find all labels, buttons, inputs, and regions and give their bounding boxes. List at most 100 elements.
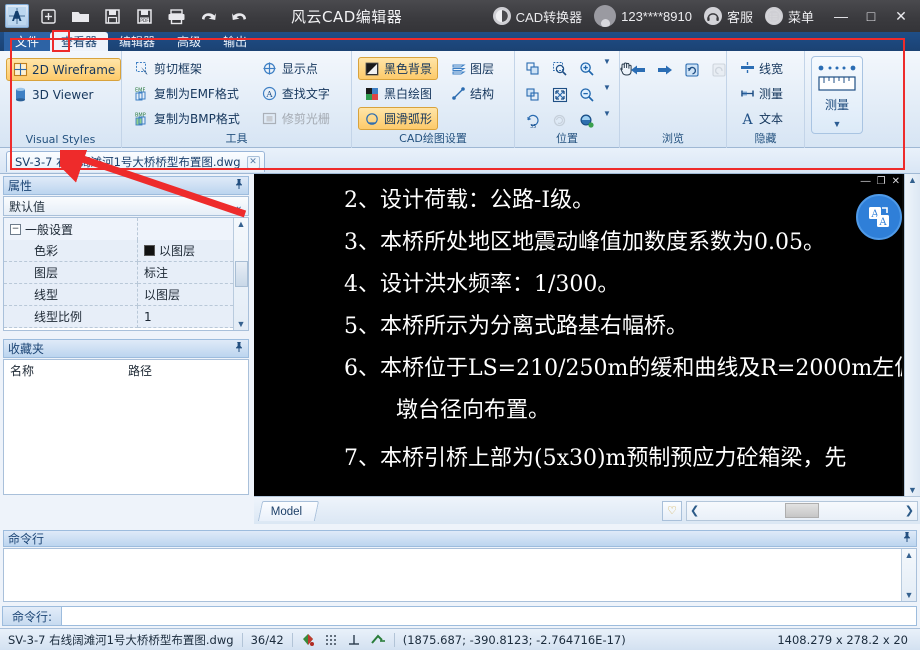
account-button[interactable]: 123****8910 bbox=[594, 5, 692, 27]
button-2d-wireframe-label: 2D Wireframe bbox=[32, 62, 116, 77]
property-row-group[interactable]: − 一般设置 bbox=[4, 218, 233, 240]
canvas-vertical-scrollbar[interactable]: ▲ ▼ bbox=[904, 174, 920, 496]
scroll-down-icon[interactable]: ▼ bbox=[905, 590, 914, 600]
button-bw-drawing[interactable]: 黑白绘图 bbox=[358, 82, 438, 105]
measure-big-button[interactable]: 测量 ▼ bbox=[811, 56, 863, 134]
ribbon-tab-editor[interactable]: 编辑器 bbox=[108, 32, 166, 51]
print-icon[interactable] bbox=[163, 3, 189, 29]
emf-icon: EMF bbox=[134, 86, 150, 102]
favorites-list[interactable]: 名称 路径 bbox=[3, 359, 249, 495]
properties-default-combo[interactable]: 默认值 ⌄ bbox=[3, 196, 249, 216]
property-value-layer[interactable]: 标注 bbox=[138, 262, 233, 284]
pin-icon-favorites[interactable] bbox=[234, 341, 244, 356]
scroll-down-icon[interactable]: ▼ bbox=[908, 485, 917, 495]
property-row-layer[interactable]: 图层 标注 bbox=[4, 262, 233, 284]
command-log[interactable]: ▲ ▼ bbox=[3, 548, 917, 602]
button-line-width[interactable]: 线宽 bbox=[733, 57, 789, 80]
button-show-points[interactable]: 显示点 bbox=[256, 57, 336, 80]
ortho-icon[interactable] bbox=[347, 633, 361, 647]
redo-icon[interactable] bbox=[227, 3, 253, 29]
hscroll-thumb[interactable] bbox=[785, 503, 819, 518]
document-tab-close-icon[interactable]: ✕ bbox=[246, 155, 260, 169]
cad-converter-button[interactable]: CAD转换器 bbox=[492, 7, 582, 26]
command-log-scrollbar[interactable]: ▲ ▼ bbox=[901, 549, 916, 601]
app-title: 风云CAD编辑器 bbox=[291, 7, 403, 26]
ribbon-tab-viewer[interactable]: 查看器 bbox=[50, 32, 109, 51]
close-button[interactable]: ✕ bbox=[886, 2, 916, 30]
maximize-button[interactable]: □ bbox=[856, 2, 886, 30]
model-tab[interactable]: Model bbox=[257, 500, 320, 521]
menu-button[interactable]: 菜单 bbox=[764, 7, 814, 26]
scroll-up-icon[interactable]: ▲ bbox=[908, 175, 917, 185]
ribbon-tab-output[interactable]: 输出 bbox=[212, 32, 258, 51]
document-tab[interactable]: SV-3-7 右线阔滩河1号大桥桥型布置图.dwg ✕ bbox=[6, 151, 265, 172]
property-row-linetype[interactable]: 线型 以图层 bbox=[4, 284, 233, 306]
ribbon-tab-file[interactable]: 文件 bbox=[4, 32, 51, 51]
command-input[interactable] bbox=[62, 606, 917, 626]
flip-icon[interactable] bbox=[521, 83, 545, 107]
status-filename: SV-3-7 右线阔滩河1号大桥桥型布置图.dwg bbox=[8, 632, 234, 647]
save-icon[interactable] bbox=[99, 3, 125, 29]
favorite-heart-button[interactable]: ♡ bbox=[662, 500, 682, 521]
save-pdf-icon[interactable]: PDF bbox=[131, 3, 157, 29]
button-smooth-arc[interactable]: 圆滑弧形 bbox=[358, 107, 439, 130]
mdi-close-button[interactable]: ✕ bbox=[892, 176, 900, 187]
button-layers[interactable]: 图层 bbox=[444, 57, 500, 80]
snap-icon[interactable] bbox=[370, 633, 386, 647]
command-panel-header: 命令行 bbox=[3, 530, 917, 547]
mdi-restore-button[interactable]: ❐ bbox=[877, 176, 886, 187]
osnap-icon[interactable] bbox=[301, 633, 315, 647]
new-icon[interactable] bbox=[35, 3, 61, 29]
zoom-window-icon[interactable] bbox=[548, 57, 572, 81]
ribbon-tab-advanced[interactable]: 高级 bbox=[166, 32, 212, 51]
property-value-color[interactable]: 以图层 bbox=[138, 240, 233, 262]
grid-icon[interactable] bbox=[324, 633, 338, 647]
property-row-color[interactable]: 色彩 以图层 bbox=[4, 240, 233, 262]
button-2d-wireframe[interactable]: 2D Wireframe bbox=[6, 58, 122, 81]
zoom-extents-icon[interactable] bbox=[548, 83, 572, 107]
property-value-linescale[interactable]: 1 bbox=[138, 306, 233, 328]
zoom-out-dropdown-icon[interactable]: ▼ bbox=[603, 83, 611, 107]
button-find-text[interactable]: A 查找文字 bbox=[256, 82, 336, 105]
button-copy-emf-label: 复制为EMF格式 bbox=[154, 87, 239, 101]
refresh-icon[interactable] bbox=[680, 58, 704, 82]
button-crop-frame[interactable]: 剪切框架 bbox=[128, 57, 246, 80]
button-copy-bmp[interactable]: BMP 复制为BMP格式 bbox=[128, 107, 246, 130]
property-value-linetype[interactable]: 以图层 bbox=[138, 284, 233, 306]
button-copy-emf[interactable]: EMF 复制为EMF格式 bbox=[128, 82, 246, 105]
undo-icon[interactable] bbox=[195, 3, 221, 29]
button-3d-viewer[interactable]: 3D Viewer bbox=[6, 83, 121, 106]
properties-grid-scrollbar[interactable]: ▲ ▼ bbox=[233, 218, 248, 330]
cad-canvas[interactable]: 2、设计荷载：公路-Ⅰ级。 3、本桥所处地区地震动峰值加数度系数为0.05。 4… bbox=[254, 174, 902, 496]
button-structure[interactable]: 结构 bbox=[444, 82, 500, 105]
pin-icon-command[interactable] bbox=[902, 531, 912, 546]
pin-icon-properties[interactable] bbox=[234, 178, 244, 193]
chevron-down-icon[interactable]: ⌄ bbox=[235, 201, 243, 212]
zoom-in-dropdown-icon[interactable]: ▼ bbox=[603, 57, 611, 81]
button-measure-small[interactable]: 测量 bbox=[733, 82, 789, 105]
scroll-up-icon[interactable]: ▲ bbox=[905, 550, 914, 560]
mdi-minimize-button[interactable]: — bbox=[861, 176, 871, 187]
collapse-icon[interactable]: − bbox=[10, 223, 21, 235]
translate-icon[interactable]: A A bbox=[856, 194, 902, 240]
property-row-linescale[interactable]: 线型比例 1 bbox=[4, 306, 233, 328]
arrow-right-icon[interactable] bbox=[653, 58, 677, 82]
button-text-label: 文本 bbox=[759, 112, 784, 126]
zoom-out-icon[interactable] bbox=[575, 83, 599, 107]
canvas-horizontal-scrollbar[interactable]: ❮ ❯ bbox=[686, 500, 918, 521]
arrow-left-icon[interactable] bbox=[626, 58, 650, 82]
zoom-in-icon[interactable] bbox=[575, 57, 599, 81]
scroll-up-icon[interactable]: ▲ bbox=[237, 219, 246, 229]
button-black-background[interactable]: 黑色背景 bbox=[358, 57, 439, 80]
scroll-right-icon[interactable]: ❯ bbox=[905, 504, 914, 517]
scroll-down-icon[interactable]: ▼ bbox=[237, 319, 246, 329]
pan-left-right-icon[interactable] bbox=[521, 57, 545, 81]
minimize-button[interactable]: — bbox=[826, 2, 856, 30]
measure-dropdown-icon[interactable]: ▼ bbox=[833, 119, 842, 129]
button-text[interactable]: A 文本 bbox=[733, 107, 789, 130]
scroll-left-icon[interactable]: ❮ bbox=[690, 504, 699, 517]
support-button[interactable]: 客服 bbox=[703, 7, 753, 26]
drawing-area: — ❐ ✕ 2、设计荷载：公路-Ⅰ级。 3、本桥所处地区地震动峰值加数度系数为0… bbox=[254, 174, 920, 524]
open-folder-icon[interactable] bbox=[67, 3, 93, 29]
scroll-thumb[interactable] bbox=[234, 261, 248, 287]
